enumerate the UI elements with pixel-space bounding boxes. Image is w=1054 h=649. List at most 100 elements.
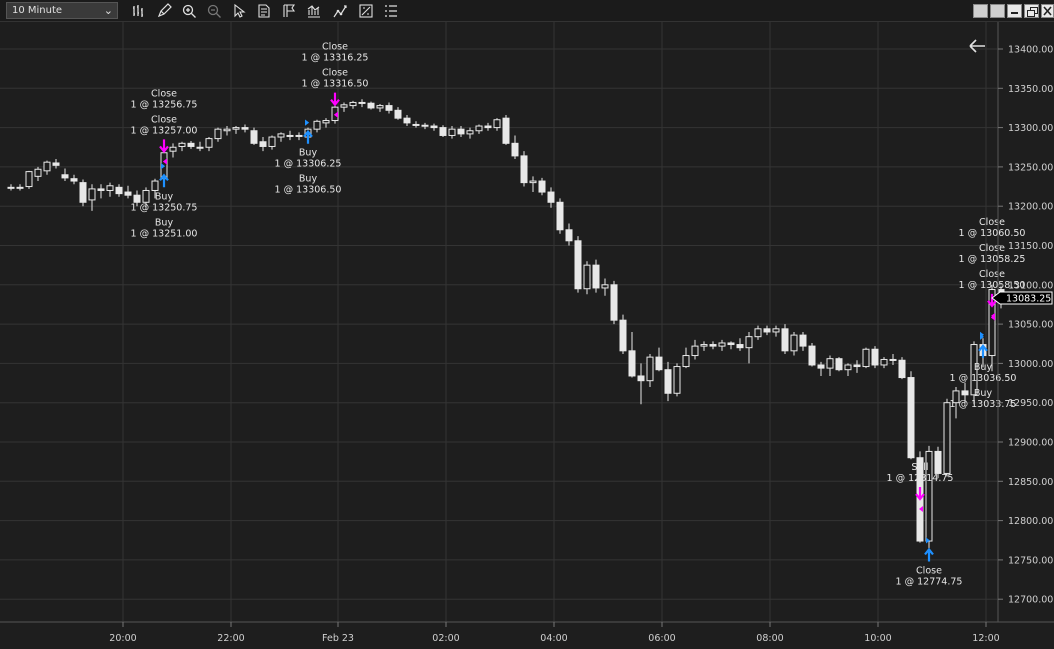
price-tick-label: 12700.00: [1008, 595, 1053, 606]
buy-arrow-icon: [303, 129, 313, 144]
trade-label: Close: [151, 114, 177, 125]
interval-selector[interactable]: 10 Minute ⌄: [6, 2, 118, 19]
price-tick-label: 12950.00: [1008, 398, 1053, 409]
candle: [412, 121, 420, 128]
candle: [880, 357, 888, 369]
candle: [844, 363, 852, 376]
strategy-icon[interactable]: [332, 3, 348, 19]
tile-icon[interactable]: [973, 4, 988, 18]
candle: [421, 122, 429, 130]
trade-label: Buy: [155, 191, 174, 202]
candle: [565, 223, 573, 246]
candle: [286, 130, 294, 141]
candle: [583, 261, 591, 295]
candle: [466, 127, 474, 139]
trade-detail: 1 @ 13257.00: [131, 125, 198, 136]
candle: [835, 357, 843, 372]
chevron-down-icon: ⌄: [103, 4, 113, 17]
sell-arrow-icon: [159, 139, 169, 154]
candle: [196, 141, 204, 152]
candle: [79, 179, 87, 207]
list-icon[interactable]: [383, 3, 399, 19]
candle: [187, 140, 195, 149]
candle: [385, 102, 393, 114]
candle: [538, 177, 546, 196]
price-tick-label: 12750.00: [1008, 555, 1053, 566]
candle: [610, 280, 618, 325]
candle: [817, 361, 825, 376]
candle: [115, 184, 123, 197]
candle: [295, 132, 303, 141]
candle: [376, 104, 384, 112]
time-tick-label: 08:00: [756, 633, 783, 644]
pointer-icon[interactable]: [231, 3, 247, 19]
zoom-in-icon[interactable]: [181, 3, 197, 19]
trade-label: Buy: [155, 217, 174, 228]
candle: [862, 347, 870, 369]
restore-icon[interactable]: [1024, 4, 1039, 18]
trade-detail: 1 @ 13250.75: [131, 202, 198, 213]
price-axis[interactable]: 13400.00 13350.00 13300.00 13250.00 13200.00…: [998, 45, 1053, 606]
trade-detail: 1 @ 13036.50: [950, 373, 1017, 384]
bar-type-icon[interactable]: [131, 3, 147, 19]
candle: [520, 151, 528, 187]
back-arrow-icon[interactable]: [969, 39, 985, 53]
candle: [259, 137, 267, 152]
pencil-icon[interactable]: [156, 3, 172, 19]
trade-detail: 1 @ 13256.75: [131, 99, 198, 110]
candle: [601, 278, 609, 296]
candle: [799, 331, 807, 351]
price-tick-label: 13100.00: [1008, 280, 1053, 291]
trade-label: Buy: [299, 174, 318, 185]
indicators-icon[interactable]: [306, 3, 322, 19]
candle: [493, 118, 501, 131]
candle: [529, 176, 537, 193]
trade-markers: Close1 @ 13256.75Close1 @ 13257.00Buy1 @…: [131, 42, 1026, 588]
candle: [34, 166, 42, 182]
candle: [205, 137, 213, 152]
chart-trader-icon[interactable]: [358, 3, 374, 19]
flag-icon[interactable]: [281, 3, 297, 19]
candle: [313, 119, 321, 133]
trade-label: Sell: [911, 462, 928, 473]
price-chart[interactable]: Close1 @ 13256.75Close1 @ 13257.00Buy1 @…: [0, 22, 1054, 649]
trade-detail: 1 @ 13316.50: [302, 79, 369, 90]
time-tick-label: 22:00: [217, 633, 244, 644]
candle: [502, 115, 510, 145]
candle: [439, 125, 447, 138]
trade-detail: 1 @ 12774.75: [896, 576, 963, 587]
candle: [484, 122, 492, 131]
chart-toolbar: 10 Minute ⌄: [0, 0, 1054, 22]
zoom-out-icon[interactable]: [206, 3, 222, 19]
candle: [907, 371, 915, 460]
trade-detail: 1 @ 12814.75: [887, 473, 954, 484]
cascade-icon[interactable]: [990, 4, 1005, 18]
minimize-icon[interactable]: [1007, 4, 1022, 18]
candle: [268, 135, 276, 150]
trade-label: Close: [322, 68, 348, 79]
candle: [754, 325, 762, 340]
candle: [88, 184, 96, 211]
candle: [178, 141, 186, 152]
trade-label: Close: [151, 88, 177, 99]
candle: [700, 341, 708, 351]
price-tick-label: 13050.00: [1008, 320, 1053, 331]
candle: [277, 132, 285, 142]
candle: [898, 357, 906, 380]
trade-label: Close: [322, 42, 348, 53]
candle: [403, 115, 411, 127]
time-tick-label: 12:00: [972, 633, 999, 644]
candle: [781, 324, 789, 354]
trade-label: Close: [916, 565, 942, 576]
trade-detail: 1 @ 13251.00: [131, 228, 198, 239]
candle: [664, 361, 672, 402]
trade-detail: 1 @ 13058.25: [959, 254, 1026, 265]
time-tick-label: 04:00: [540, 633, 567, 644]
time-axis[interactable]: 20:00 22:00 Feb 23 02:00 04:00 06:00 08:00 10:0…: [109, 622, 1000, 644]
properties-icon[interactable]: [256, 3, 272, 19]
trade-label: Close: [979, 243, 1005, 254]
candle: [682, 347, 690, 369]
close-icon[interactable]: [1041, 4, 1054, 18]
trade-label: Buy: [299, 148, 318, 159]
trade-label: Buy: [974, 362, 993, 373]
